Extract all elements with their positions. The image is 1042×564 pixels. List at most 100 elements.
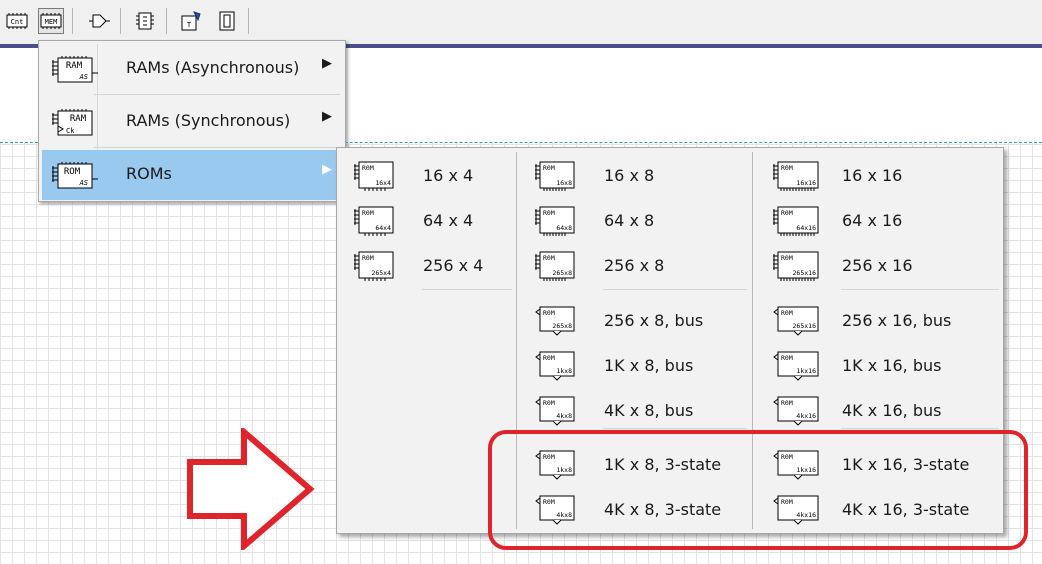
svg-text:RAM: RAM [66, 61, 83, 71]
svg-text:R0M: R0M [362, 164, 374, 172]
menu-item-rams-sync[interactable]: RAM Ck RAMs (Synchronous) ▶ [42, 97, 342, 147]
rom-item-16x8[interactable]: R0M 16x8 16 x 8 [534, 152, 744, 196]
toolbar: Cnt MEM T [0, 0, 1042, 45]
svg-text:R0M: R0M [543, 354, 555, 362]
svg-text:265x8: 265x8 [552, 322, 572, 330]
rom-256x8-icon: R0M 265x8 [535, 251, 575, 281]
svg-text:MEM: MEM [45, 18, 58, 26]
menu-divider [94, 94, 340, 95]
svg-text:R0M: R0M [543, 254, 555, 262]
rom-item-64x8[interactable]: R0M 64x8 64 x 8 [534, 197, 744, 241]
chip-tool-button[interactable] [132, 8, 158, 34]
menu-divider [841, 289, 999, 290]
svg-text:265x4: 265x4 [371, 269, 391, 277]
rom-item-64x16[interactable]: R0M 64x16 64 x 16 [772, 197, 997, 241]
toolbar-separator [120, 8, 121, 34]
rom-item-16x16[interactable]: R0M 16x16 16 x 16 [772, 152, 997, 196]
rom-item-label: 64 x 16 [842, 211, 903, 230]
test-tool-button[interactable]: T [178, 8, 204, 34]
rom-64x4-icon: R0M 64x4 [354, 206, 394, 236]
toolbar-separator [248, 8, 249, 34]
rom-item-256x16-bus[interactable]: R0M 265x16 256 x 16, bus [772, 297, 997, 341]
rom-item-label: 256 x 4 [423, 256, 484, 275]
submenu-arrow-icon: ▶ [322, 109, 332, 124]
svg-text:R0M: R0M [781, 254, 793, 262]
svg-text:64x8: 64x8 [556, 224, 572, 232]
toolbar-separator [166, 8, 167, 34]
rom-item-label: 256 x 16 [842, 256, 913, 275]
rom-item-256x16[interactable]: R0M 265x16 256 x 16 [772, 242, 997, 286]
rom-item-4kx8-bus[interactable]: R0M 4kx8 4K x 8, bus [534, 387, 744, 431]
menu-item-label: RAMs (Asynchronous) [126, 58, 300, 77]
rom-item-label: 1K x 8, bus [604, 356, 694, 375]
rom-item-256x8-bus[interactable]: R0M 265x8 256 x 8, bus [534, 297, 744, 341]
rom-item-label: 1K x 16, bus [842, 356, 942, 375]
svg-text:R0M: R0M [781, 164, 793, 172]
rom-item-label: 16 x 16 [842, 166, 903, 185]
svg-text:265x16: 265x16 [793, 322, 817, 330]
rom-item-256x4[interactable]: R0M 265x4 256 x 4 [353, 242, 503, 286]
svg-text:R0M: R0M [543, 309, 555, 317]
svg-text:R0M: R0M [781, 309, 793, 317]
rom-item-label: 4K x 16, bus [842, 401, 942, 420]
rom-item-256x8[interactable]: R0M 265x8 256 x 8 [534, 242, 744, 286]
rom-256x16-bus-icon: R0M 265x16 [773, 306, 819, 336]
rom-item-label: 16 x 8 [604, 166, 655, 185]
svg-text:R0M: R0M [543, 209, 555, 217]
rom-4kx8-bus-icon: R0M 4kx8 [535, 396, 575, 426]
rom-item-label: 4K x 8, bus [604, 401, 694, 420]
svg-text:16x4: 16x4 [375, 179, 391, 187]
svg-text:RAM: RAM [70, 114, 87, 124]
memory-tool-button[interactable]: MEM [38, 8, 64, 34]
svg-text:R0M: R0M [362, 209, 374, 217]
menu-divider [422, 289, 512, 290]
counter-tool-icon: Cnt [6, 13, 28, 29]
svg-text:265x16: 265x16 [793, 269, 817, 277]
rom-item-label: 16 x 4 [423, 166, 474, 185]
memory-category-menu: RAM AS RAMs (Asynchronous) ▶ RAM Ck RAMs… [38, 40, 346, 202]
gate-tool-button[interactable] [86, 8, 112, 34]
svg-text:R0M: R0M [781, 209, 793, 217]
rom-16x4-icon: R0M 16x4 [354, 161, 394, 191]
display-tool-icon [219, 11, 235, 31]
svg-text:Ck: Ck [66, 127, 75, 135]
rom-1kx8-bus-icon: R0M 1kx8 [535, 351, 575, 381]
rom-item-label: 64 x 8 [604, 211, 655, 230]
svg-text:R0M: R0M [781, 354, 793, 362]
menu-item-roms[interactable]: ROM AS ROMs ▶ [42, 150, 342, 200]
rom-async-icon: ROM AS [52, 162, 98, 189]
test-tool-icon: T [181, 11, 201, 31]
rom-item-16x4[interactable]: R0M 16x4 16 x 4 [353, 152, 503, 196]
rom-item-label: 256 x 8 [604, 256, 665, 275]
rom-16x8-icon: R0M 16x8 [535, 161, 575, 191]
highlight-3state-box [488, 430, 1028, 550]
svg-text:R0M: R0M [543, 164, 555, 172]
menu-item-rams-async[interactable]: RAM AS RAMs (Asynchronous) ▶ [42, 44, 342, 94]
rom-256x16-icon: R0M 265x16 [773, 251, 819, 281]
rom-item-64x4[interactable]: R0M 64x4 64 x 4 [353, 197, 503, 241]
rom-1kx16-bus-icon: R0M 1kx16 [773, 351, 819, 381]
svg-text:16x16: 16x16 [796, 179, 816, 187]
rom-256x4-icon: R0M 265x4 [354, 251, 394, 281]
svg-text:64x4: 64x4 [375, 224, 391, 232]
svg-text:AS: AS [79, 179, 88, 187]
rom-item-1kx8-bus[interactable]: R0M 1kx8 1K x 8, bus [534, 342, 744, 386]
chip-tool-icon [136, 12, 154, 30]
rom-64x8-icon: R0M 64x8 [535, 206, 575, 236]
svg-text:AS: AS [79, 73, 88, 81]
svg-text:16x8: 16x8 [556, 179, 572, 187]
rom-item-label: 256 x 16, bus [842, 311, 952, 330]
rom-item-label: 64 x 4 [423, 211, 474, 230]
memory-tool-icon: MEM [40, 13, 62, 29]
svg-text:1kx8: 1kx8 [556, 367, 572, 375]
svg-text:R0M: R0M [781, 399, 793, 407]
display-tool-button[interactable] [214, 8, 240, 34]
rom-item-4kx16-bus[interactable]: R0M 4kx16 4K x 16, bus [772, 387, 997, 431]
svg-text:R0M: R0M [362, 254, 374, 262]
rom-item-1kx16-bus[interactable]: R0M 1kx16 1K x 16, bus [772, 342, 997, 386]
menu-divider [94, 147, 340, 148]
rom-256x8-bus-icon: R0M 265x8 [535, 306, 575, 336]
submenu-arrow-icon: ▶ [322, 56, 332, 71]
svg-text:ROM: ROM [64, 167, 81, 177]
counter-tool-button[interactable]: Cnt [4, 8, 30, 34]
